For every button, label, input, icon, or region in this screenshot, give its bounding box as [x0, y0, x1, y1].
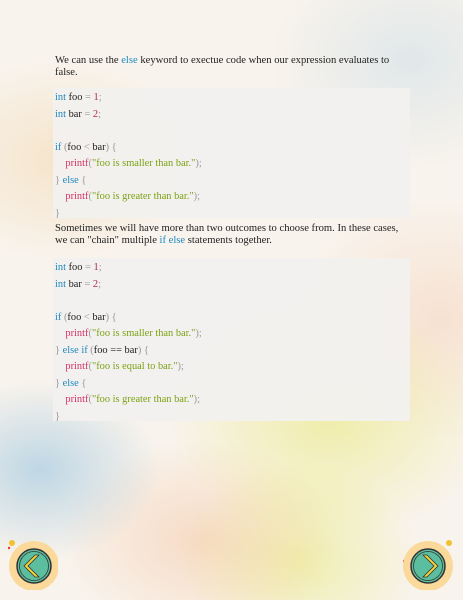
code-line: printf("foo is greater than bar.");	[55, 189, 410, 206]
code-token-str: "foo is equal to bar."	[91, 361, 178, 372]
code-token-punc: ;	[98, 278, 102, 290]
chevron-right-icon	[401, 540, 453, 591]
code-line: if (foo < bar) {	[55, 140, 410, 157]
code-line: printf("foo is greater than bar.");	[55, 392, 410, 409]
code-token-id	[55, 394, 65, 405]
code-token-punc: ;	[98, 108, 102, 120]
code-token-id: foo == bar	[93, 344, 138, 356]
code-token-num: 2	[90, 108, 99, 120]
code-token-punc: {	[78, 377, 87, 389]
code-line: if (foo < bar) {	[55, 310, 410, 327]
code-line: printf("foo is smaller than bar.");	[55, 156, 410, 173]
code-line: }	[55, 409, 410, 426]
code-token-punc: {	[78, 174, 87, 186]
chevron-left-icon	[7, 540, 62, 591]
code-line: }	[55, 206, 410, 223]
code-token-id: bar	[89, 311, 106, 323]
code-token-num: 1	[90, 92, 99, 103]
code-token-type: int	[55, 108, 66, 120]
code-token-punc: ;	[98, 262, 102, 273]
code-token-punc: ) {	[137, 344, 149, 356]
code-block-if-else: int foo = 1; int bar = 2; if (foo < bar) {…	[53, 88, 410, 219]
code-token-id: foo	[65, 262, 86, 273]
code-token-fn: printf	[65, 158, 89, 169]
code-token-punc: }	[55, 344, 63, 356]
code-line: int foo = 1;	[55, 260, 410, 277]
code-token-punc: }	[55, 377, 63, 389]
code-token-str: "foo is greater than bar."	[91, 394, 194, 405]
code-token-id: foo	[65, 92, 86, 103]
code-token-punc: );	[177, 361, 184, 372]
next-page-button[interactable]	[401, 540, 453, 591]
text: statements together.	[185, 235, 272, 246]
code-line: printf("foo is equal to bar.");	[55, 359, 410, 376]
code-token-id	[55, 361, 65, 372]
code-token-id	[55, 191, 65, 202]
code-token-punc: ;	[98, 92, 102, 103]
paragraph-chain: Sometimes we will have more than two out…	[55, 223, 405, 247]
paragraph-else: We can use the else keyword to exectue c…	[55, 55, 405, 79]
code-token-id	[55, 328, 65, 339]
code-line: int foo = 1;	[55, 90, 410, 107]
code-token-str: "foo is smaller than bar."	[91, 328, 196, 339]
previous-page-button[interactable]	[7, 540, 62, 591]
code-token-punc: ) {	[105, 141, 117, 153]
code-token-kw: else	[62, 174, 79, 186]
code-token-str: "foo is greater than bar."	[91, 191, 194, 202]
keyword: else	[121, 55, 138, 66]
code-token-num: 1	[90, 262, 99, 273]
code-token-punc: );	[193, 191, 200, 202]
code-token-id: bar	[89, 141, 106, 153]
code-token-type: int	[55, 278, 66, 290]
code-token-id: bar	[65, 108, 85, 120]
code-token-fn: printf	[65, 394, 89, 405]
code-line: int bar = 2;	[55, 277, 410, 294]
code-token-type: int	[55, 92, 66, 103]
keyword: if else	[159, 235, 186, 246]
code-token-str: "foo is smaller than bar."	[91, 158, 196, 169]
code-token-fn: printf	[65, 328, 89, 339]
code-token-punc: );	[195, 328, 202, 339]
code-line: } else {	[55, 173, 410, 190]
code-token-id: foo	[67, 141, 84, 153]
code-line: printf("foo is smaller than bar.");	[55, 326, 410, 343]
code-token-kw: else if	[62, 344, 88, 356]
code-token-punc: ) {	[105, 311, 117, 323]
code-token-id	[55, 158, 65, 169]
code-token-fn: printf	[65, 191, 89, 202]
code-token-type: int	[55, 262, 66, 273]
code-token-num: 2	[90, 278, 99, 290]
code-token-id: foo	[67, 311, 84, 323]
code-token-punc: }	[55, 207, 60, 219]
text: We can use the	[55, 55, 122, 66]
code-line: } else if (foo == bar) {	[55, 343, 410, 360]
code-token-kw: else	[62, 377, 79, 389]
code-token-punc: );	[193, 394, 200, 405]
code-token-punc: );	[195, 158, 202, 169]
code-token-punc: }	[55, 410, 60, 422]
code-token-fn: printf	[65, 361, 89, 372]
code-line: int bar = 2;	[55, 107, 410, 124]
code-token-punc: }	[55, 174, 63, 186]
code-line: } else {	[55, 376, 410, 393]
code-block-else-if: int foo = 1; int bar = 2; if (foo < bar) {…	[53, 258, 410, 422]
code-token-id: bar	[65, 278, 85, 290]
